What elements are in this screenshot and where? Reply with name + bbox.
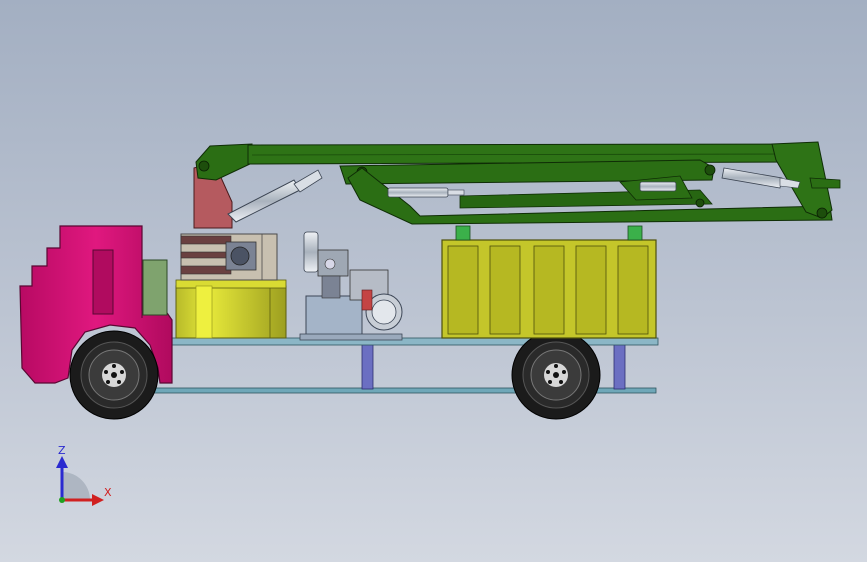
- triad-plane: [62, 472, 90, 500]
- turret-pedestal[interactable]: [175, 279, 287, 339]
- cargo-body[interactable]: [441, 225, 657, 339]
- coordinate-triad: Z X: [56, 444, 112, 506]
- rear-wheel[interactable]: [511, 330, 601, 420]
- front-wheel[interactable]: [69, 330, 159, 420]
- accumulator: [303, 231, 319, 273]
- triad-origin: [59, 497, 65, 503]
- slewing-gearbox[interactable]: [180, 233, 278, 281]
- boom-rest-right: [627, 225, 643, 241]
- z-axis-label: Z: [58, 444, 66, 457]
- x-axis-label: X: [104, 486, 112, 499]
- boom-cylinder-2[interactable]: [639, 181, 677, 192]
- hydraulic-power-unit[interactable]: [299, 231, 403, 341]
- cab-rear-panel: [142, 259, 168, 316]
- lift-cylinder[interactable]: [227, 169, 323, 223]
- x-arrow: [92, 494, 104, 506]
- boom-rest-left: [455, 225, 471, 241]
- cab-window: [92, 249, 114, 315]
- boom-cylinder-1[interactable]: [387, 187, 465, 198]
- cad-viewport[interactable]: Z X: [0, 0, 867, 562]
- z-arrow: [56, 456, 68, 468]
